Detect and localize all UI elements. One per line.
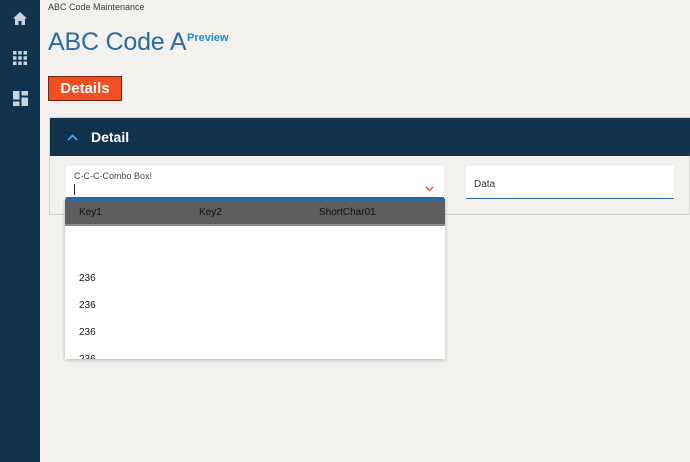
data-field-label: Data	[474, 179, 496, 190]
list-item[interactable]: 236	[65, 265, 445, 292]
home-icon	[13, 11, 27, 25]
nav-home[interactable]	[0, 0, 40, 36]
combo-dropdown-list[interactable]: Key1 Key2 ShortChar01 236 236 236 236	[65, 199, 445, 359]
chevron-down-icon[interactable]	[425, 179, 434, 197]
list-item[interactable]	[65, 228, 445, 255]
list-item-key1: 236	[79, 354, 96, 359]
dropdown-header: Key1 Key2 ShortChar01	[65, 199, 445, 226]
preview-link[interactable]: Preview	[187, 32, 229, 44]
breadcrumb: ABC Code Maintenance	[48, 2, 145, 12]
list-item-key1: 236	[79, 300, 96, 311]
detail-panel-title: Detail	[91, 129, 130, 145]
combo-box-input[interactable]: C-C-C-Combo Box!	[66, 166, 444, 199]
nav-apps[interactable]	[0, 40, 40, 76]
nav-dashboard[interactable]	[0, 80, 40, 116]
list-item-key1: 236	[79, 327, 96, 338]
dashboard-icon	[12, 90, 28, 106]
grid-apps-icon	[13, 51, 27, 65]
text-caret	[74, 184, 75, 195]
list-item-key1: 236	[79, 273, 96, 284]
list-item[interactable]: 236	[65, 319, 445, 346]
data-input[interactable]: Data	[466, 166, 674, 199]
main-content: ABC Code Maintenance ABC Code A Preview …	[40, 0, 690, 462]
list-item[interactable]: 236	[65, 292, 445, 319]
details-button[interactable]: Details	[48, 76, 122, 101]
column-header-key1: Key1	[79, 207, 102, 218]
page-title: ABC Code A	[48, 28, 187, 56]
list-item[interactable]: 236	[65, 346, 445, 359]
combo-box-label: C-C-C-Combo Box!	[74, 171, 153, 181]
nav-rail	[0, 0, 40, 462]
column-header-shortchar01: ShortChar01	[319, 207, 376, 218]
detail-panel-header[interactable]: Detail	[50, 118, 690, 156]
chevron-up-icon	[67, 133, 78, 141]
column-header-key2: Key2	[199, 207, 222, 218]
